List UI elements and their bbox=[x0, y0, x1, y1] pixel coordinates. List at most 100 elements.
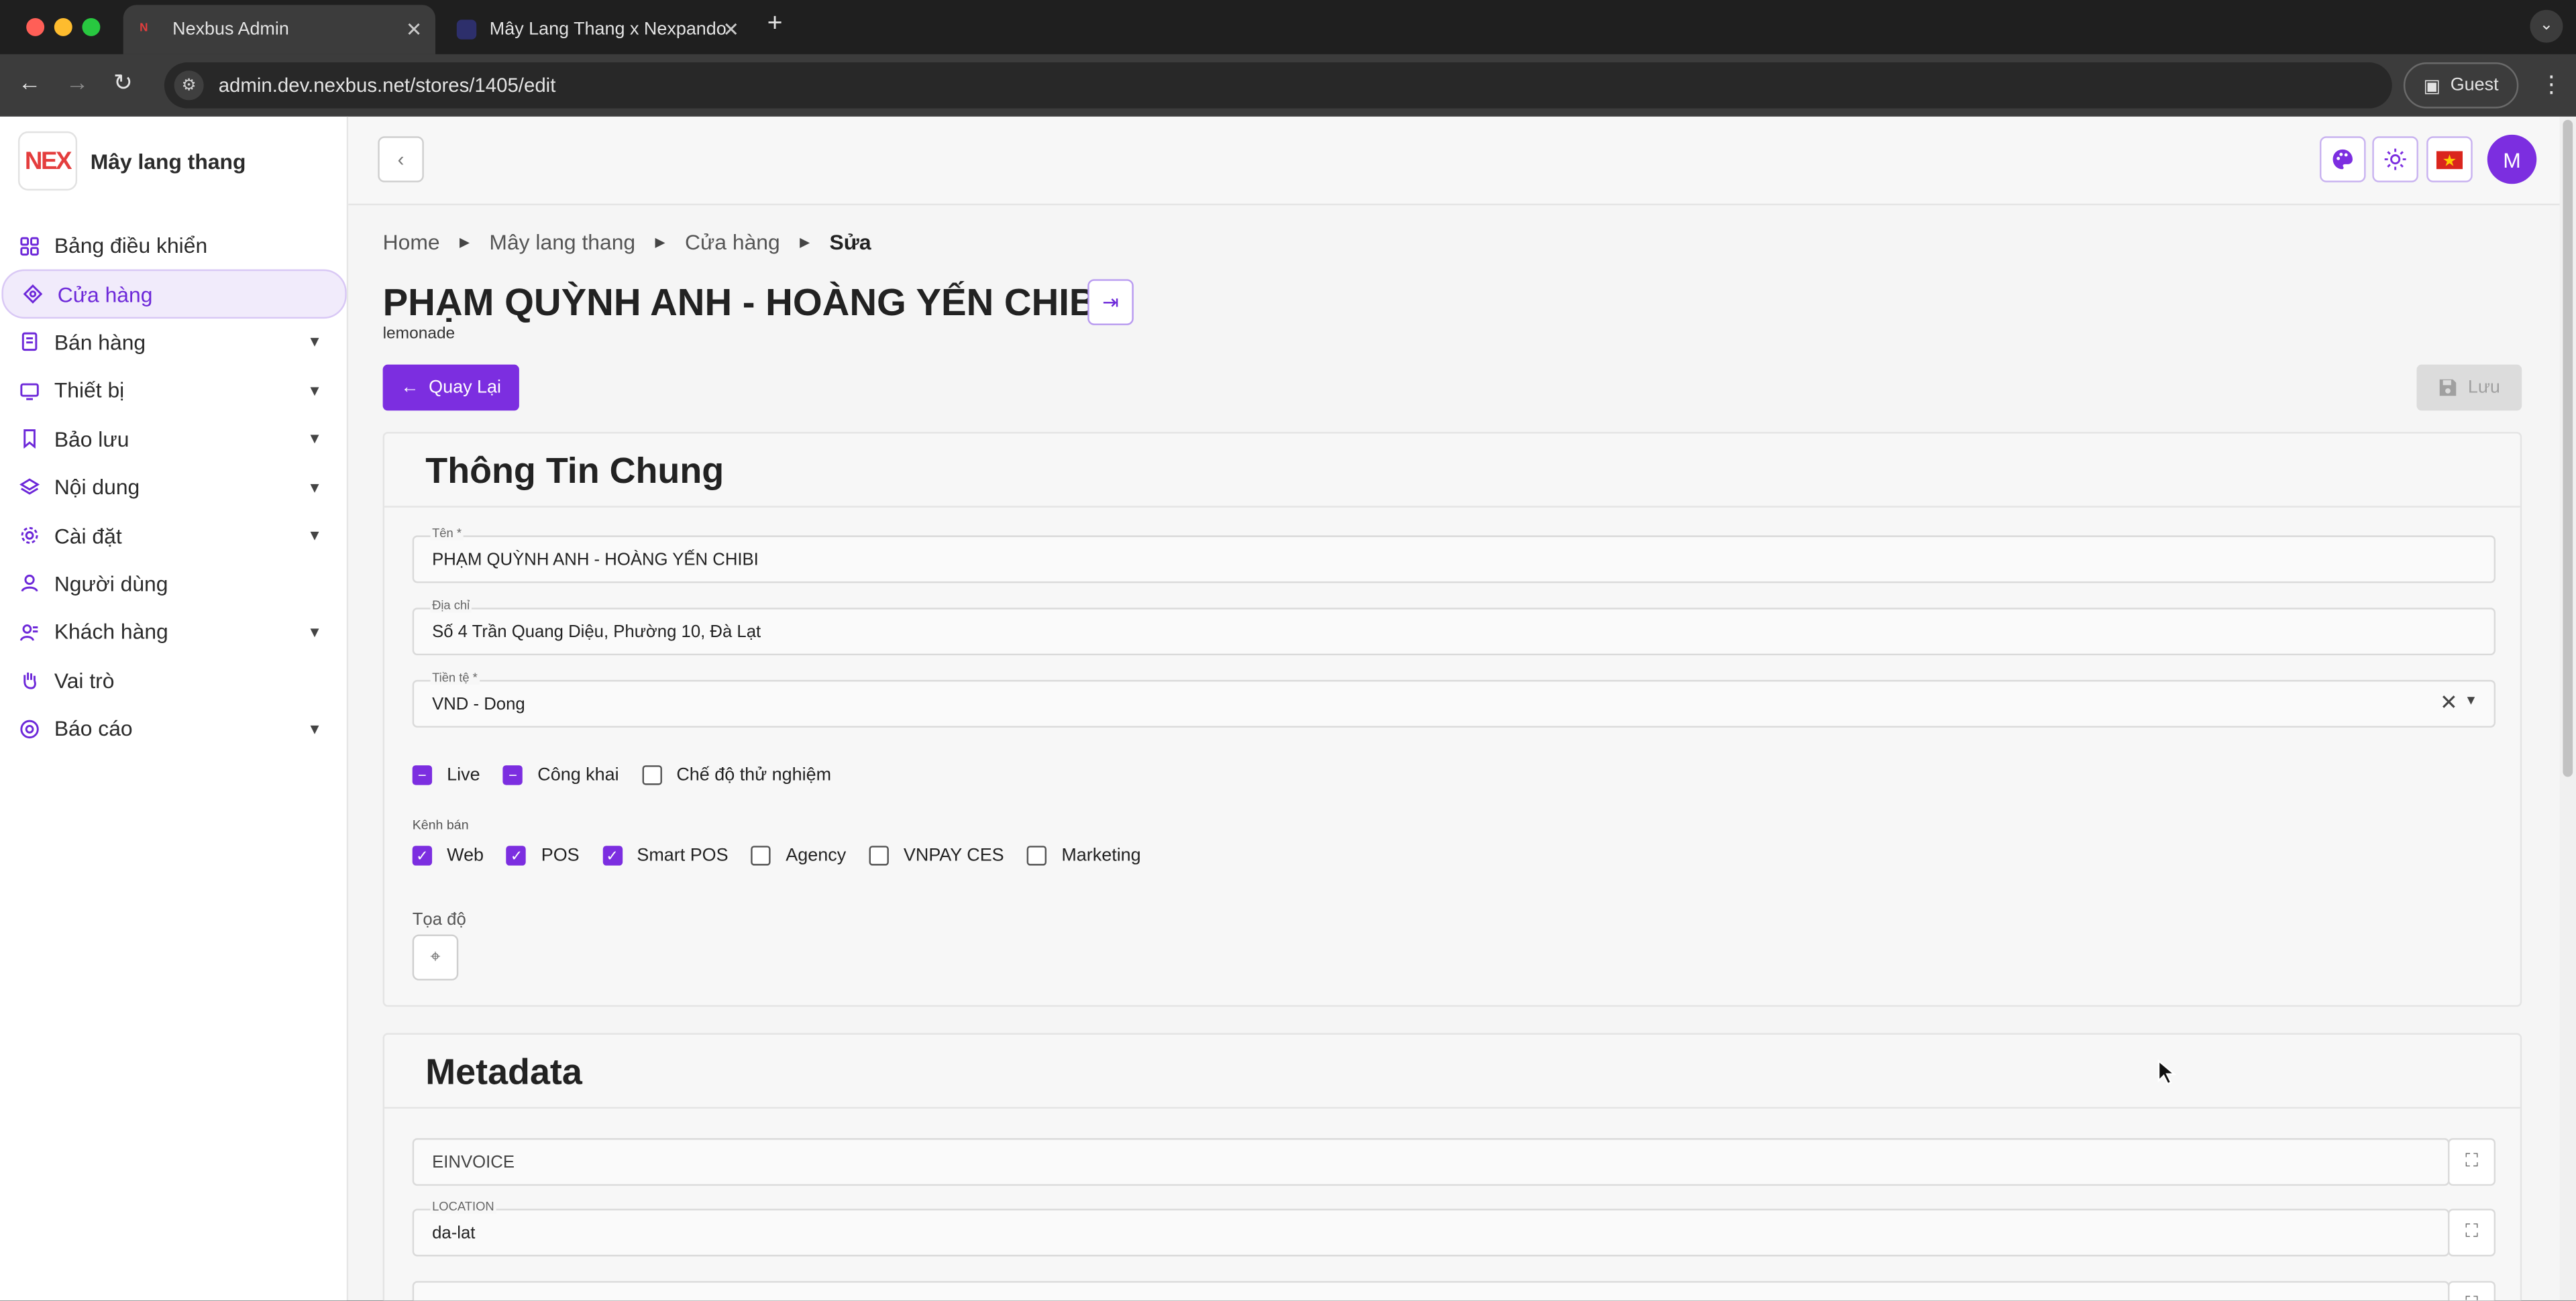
tab-search-chevron-icon[interactable]: ⌄ bbox=[2530, 9, 2563, 43]
brand-logo: NEX bbox=[17, 131, 78, 191]
public-label: Công khai bbox=[537, 765, 619, 785]
app-root: NEX Mây lang thang Bảng điều khiển Cửa h… bbox=[0, 116, 2576, 1301]
empty-checkbox-icon bbox=[751, 846, 771, 866]
live-checkbox[interactable]: − Live bbox=[412, 765, 480, 785]
nex-favicon-icon: N bbox=[140, 19, 160, 40]
sidebar-item-devices[interactable]: Thiết bị ▼ bbox=[0, 367, 348, 415]
channel-marketing-label: Marketing bbox=[1061, 846, 1141, 866]
chevron-down-icon: ▼ bbox=[307, 527, 323, 544]
sidebar-item-customers[interactable]: Khách hàng ▼ bbox=[0, 608, 348, 656]
enter-store-button[interactable]: ⇥ bbox=[1087, 279, 1134, 325]
avatar[interactable]: M bbox=[2487, 134, 2537, 184]
metadata-next-field[interactable] bbox=[412, 1281, 2450, 1301]
browser-menu-icon[interactable]: ⋮ bbox=[2540, 70, 2563, 99]
pick-coordinates-button[interactable]: ⌖ bbox=[412, 934, 459, 981]
browser-tab-may-lang-thang[interactable]: Mây Lang Thang x Nexpando ✕ bbox=[440, 5, 752, 54]
empty-checkbox-icon bbox=[641, 765, 662, 785]
sidebar-item-settings[interactable]: Cài đặt ▼ bbox=[0, 511, 348, 559]
save-button[interactable]: Lưu bbox=[2416, 364, 2522, 411]
page-scrollbar-thumb[interactable] bbox=[2563, 119, 2573, 777]
report-icon bbox=[19, 719, 39, 738]
address-field[interactable]: Địa chỉ Số 4 Trần Quang Diệu, Phường 10,… bbox=[412, 598, 2496, 656]
currency-select[interactable]: Tiền tệ * VND - Dong ✕ ▼ bbox=[412, 670, 2496, 728]
sidebar-item-roles[interactable]: Vai trò bbox=[0, 656, 348, 704]
expand-next-button[interactable]: ⛶ bbox=[2448, 1281, 2496, 1301]
tab-close-icon[interactable]: ✕ bbox=[722, 18, 739, 41]
browser-toolbar: ← → ↻ ⚙ admin.dev.nexbus.net/stores/1405… bbox=[0, 54, 2576, 117]
metadata-location-input[interactable]: da-lat bbox=[432, 1224, 475, 1243]
store-name-field[interactable]: Tên * PHẠM QUỲNH ANH - HOÀNG YẾN CHIBI bbox=[412, 525, 2496, 583]
store-name-input[interactable]: PHẠM QUỲNH ANH - HOÀNG YẾN CHIBI bbox=[432, 550, 759, 569]
arrow-left-icon: ← bbox=[400, 378, 419, 398]
channel-marketing-checkbox[interactable]: Marketing bbox=[1026, 846, 1141, 866]
clear-icon[interactable]: ✕ bbox=[2440, 690, 2458, 716]
url-text[interactable]: admin.dev.nexbus.net/stores/1405/edit bbox=[219, 74, 556, 97]
new-tab-button[interactable]: + bbox=[767, 10, 783, 40]
profile-button[interactable]: ▣ Guest bbox=[2403, 62, 2519, 109]
metadata-location-field[interactable]: LOCATION da-lat bbox=[412, 1198, 2450, 1257]
sidebar-item-content[interactable]: Nội dung ▼ bbox=[0, 463, 348, 512]
site-info-icon[interactable]: ⚙ bbox=[174, 70, 204, 101]
theme-palette-button[interactable] bbox=[2319, 136, 2366, 182]
breadcrumb-stores[interactable]: Cửa hàng bbox=[685, 230, 780, 255]
channel-smart-pos-checkbox[interactable]: ✓ Smart POS bbox=[602, 846, 729, 866]
store-icon bbox=[23, 284, 43, 304]
bookmark-icon bbox=[19, 429, 39, 449]
expand-einvoice-button[interactable]: ⛶ bbox=[2448, 1138, 2496, 1186]
chevron-down-icon: ▼ bbox=[307, 431, 323, 447]
profile-icon: ▣ bbox=[2423, 76, 2441, 97]
channel-pos-label: POS bbox=[541, 846, 580, 866]
breadcrumb-home[interactable]: Home bbox=[383, 230, 440, 255]
hand-icon bbox=[19, 671, 39, 690]
language-button[interactable] bbox=[2426, 136, 2473, 182]
sidebar-item-reservations[interactable]: Bảo lưu ▼ bbox=[0, 415, 348, 463]
store-flags: − Live − Công khai Chế độ thử nghiệm bbox=[412, 765, 855, 785]
metadata-einvoice-placeholder[interactable]: EINVOICE bbox=[432, 1153, 515, 1172]
window-zoom-button[interactable] bbox=[82, 17, 101, 36]
reload-icon[interactable]: ↻ bbox=[113, 69, 133, 97]
public-checkbox[interactable]: − Công khai bbox=[502, 765, 619, 785]
expand-location-button[interactable]: ⛶ bbox=[2448, 1208, 2496, 1257]
back-button-label: Quay Lại bbox=[429, 378, 501, 398]
sidebar-item-reports[interactable]: Báo cáo ▼ bbox=[0, 704, 348, 752]
expand-icon: ⛶ bbox=[2465, 1294, 2478, 1301]
channel-web-checkbox[interactable]: ✓ Web bbox=[412, 846, 484, 866]
metadata-einvoice-field[interactable]: EINVOICE bbox=[412, 1138, 2450, 1186]
grid-icon bbox=[19, 236, 39, 256]
sidebar-item-sales[interactable]: Bán hàng ▼ bbox=[0, 319, 348, 367]
channel-vnpay-ces-checkbox[interactable]: VNPAY CES bbox=[869, 846, 1004, 866]
currency-label: Tiền tệ * bbox=[430, 670, 480, 685]
page-subtitle: lemonade bbox=[382, 325, 455, 343]
dropdown-arrow-icon[interactable]: ▼ bbox=[2465, 693, 2477, 708]
browser-tab-nexbus-admin[interactable]: N Nexbus Admin ✕ bbox=[123, 5, 435, 54]
channel-pos-checkbox[interactable]: ✓ POS bbox=[506, 846, 580, 866]
address-bar[interactable]: ⚙ admin.dev.nexbus.net/stores/1405/edit bbox=[164, 62, 2392, 109]
chevron-left-icon: ‹ bbox=[397, 148, 405, 171]
back-arrow-icon[interactable]: ← bbox=[18, 69, 41, 95]
metadata-card: Metadata EINVOICE ⛶ LOCATION da-lat ⛶ ⛶ bbox=[382, 1033, 2522, 1301]
sidebar-item-users[interactable]: Người dùng bbox=[0, 559, 348, 608]
sidebar-item-stores[interactable]: Cửa hàng bbox=[1, 270, 347, 319]
users-icon bbox=[19, 622, 39, 642]
tab-title: Mây Lang Thang x Nexpando bbox=[489, 19, 727, 40]
tab-close-icon[interactable]: ✕ bbox=[406, 18, 423, 41]
login-icon: ⇥ bbox=[1102, 290, 1119, 314]
brand[interactable]: NEX Mây lang thang bbox=[17, 131, 246, 191]
layers-icon bbox=[19, 477, 40, 497]
address-input[interactable]: Số 4 Trần Quang Diệu, Phường 10, Đà Lạt bbox=[432, 622, 761, 642]
monitor-icon bbox=[19, 381, 39, 400]
sidebar-item-label: Báo cáo bbox=[54, 716, 133, 741]
collapse-sidebar-button[interactable]: ‹ bbox=[378, 136, 424, 182]
chevron-down-icon: ▼ bbox=[307, 382, 323, 399]
forward-arrow-icon[interactable]: → bbox=[66, 69, 89, 95]
sidebar-item-dashboard[interactable]: Bảng điều khiển bbox=[0, 222, 348, 270]
channel-agency-checkbox[interactable]: Agency bbox=[751, 846, 846, 866]
window-close-button[interactable] bbox=[26, 17, 45, 36]
test-mode-checkbox[interactable]: Chế độ thử nghiệm bbox=[641, 765, 831, 785]
color-mode-button[interactable] bbox=[2372, 136, 2418, 182]
live-label: Live bbox=[447, 765, 480, 785]
window-minimize-button[interactable] bbox=[54, 17, 72, 36]
back-button[interactable]: ← Quay Lại bbox=[382, 364, 519, 411]
general-info-card: Thông Tin Chung Tên * PHẠM QUỲNH ANH - H… bbox=[382, 432, 2522, 1007]
breadcrumb-organization[interactable]: Mây lang thang bbox=[489, 230, 635, 255]
